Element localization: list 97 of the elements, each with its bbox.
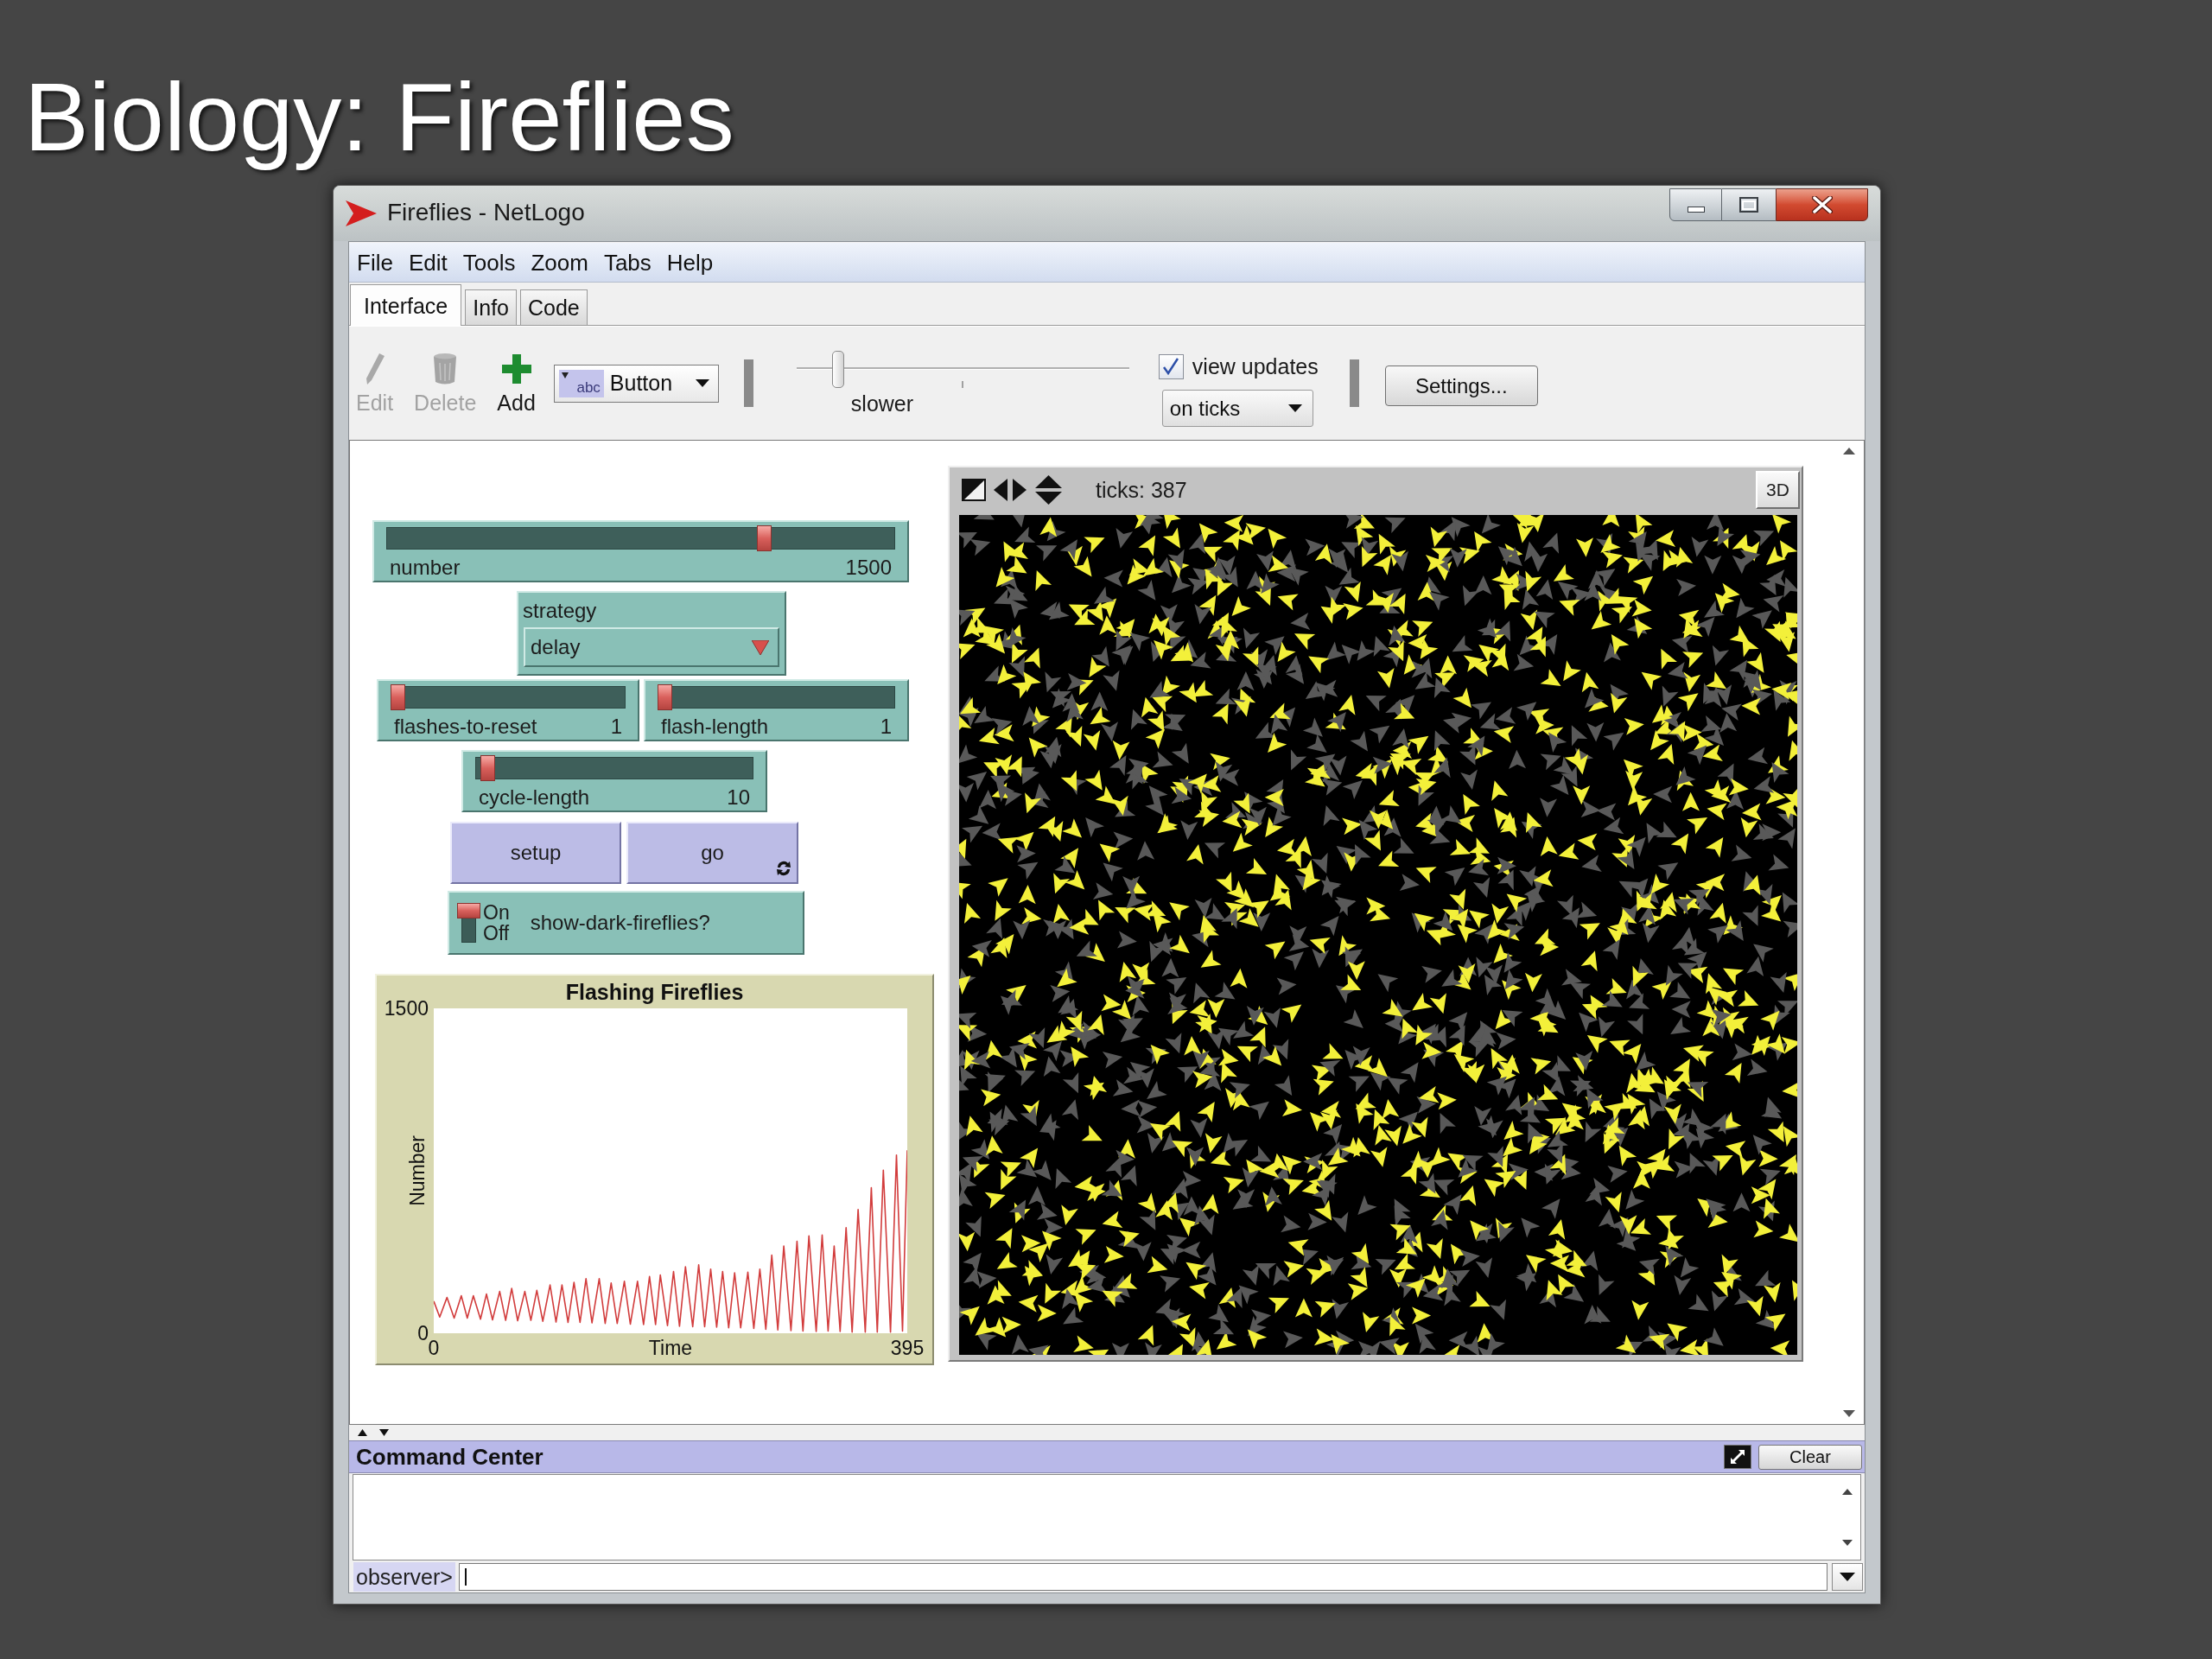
slider-label: number bbox=[390, 556, 461, 580]
slider-thumb[interactable] bbox=[391, 684, 405, 710]
circular-arrows-icon bbox=[775, 860, 792, 877]
slider-tick-mark bbox=[961, 381, 963, 388]
command-button[interactable]: go bbox=[626, 822, 798, 884]
slider-label: flash-length bbox=[661, 715, 769, 739]
ticks-counter: ticks: 387 bbox=[1096, 478, 1187, 502]
slider-track[interactable] bbox=[386, 525, 895, 551]
switch-widget[interactable]: On Off show-dark-fireflies? bbox=[448, 891, 804, 955]
expand-button[interactable] bbox=[1724, 1445, 1751, 1469]
switch-on-label: On bbox=[483, 902, 510, 923]
history-dropdown-button[interactable] bbox=[1832, 1563, 1863, 1591]
clear-button[interactable]: Clear bbox=[1758, 1444, 1862, 1470]
scroll-down-arrow-icon[interactable] bbox=[1842, 1540, 1853, 1546]
menu-item[interactable]: Tools bbox=[454, 248, 524, 276]
expand-icon bbox=[1729, 1448, 1746, 1465]
x-axis-tick-label: 395 bbox=[890, 1337, 925, 1359]
caret-icon bbox=[1840, 1573, 1855, 1581]
caret-icon bbox=[752, 639, 769, 655]
widget-type-dropdown[interactable]: abc Button bbox=[553, 364, 719, 403]
abc-icon: abc bbox=[558, 369, 604, 397]
text-cursor bbox=[464, 1568, 467, 1586]
slider-thumb[interactable] bbox=[480, 755, 496, 781]
diagonal-square-icon[interactable] bbox=[962, 479, 986, 501]
update-mode-dropdown[interactable]: on ticks bbox=[1161, 390, 1313, 427]
slider-value: 1 bbox=[880, 715, 892, 739]
toolbar-separator bbox=[743, 359, 753, 407]
menu-item[interactable]: Tabs bbox=[595, 248, 659, 276]
y-axis-title: Number bbox=[406, 1135, 429, 1206]
up-down-arrows-icon[interactable] bbox=[1035, 475, 1062, 505]
slider-widget[interactable]: flashes-to-reset 1 bbox=[377, 679, 639, 741]
slider-value: 1 bbox=[610, 715, 622, 739]
switch-off-label: Off bbox=[483, 923, 510, 944]
x-axis-tick-label: 0 bbox=[428, 1337, 440, 1359]
minimize-icon bbox=[1687, 207, 1705, 213]
x-axis-title: Time bbox=[648, 1337, 693, 1359]
scroll-down-arrow-icon[interactable] bbox=[1843, 1410, 1855, 1417]
chooser-widget[interactable]: strategy delay bbox=[517, 591, 786, 676]
split-down-arrow-icon[interactable] bbox=[379, 1429, 389, 1436]
chooser-dropdown[interactable]: delay bbox=[524, 627, 779, 667]
maximize-icon bbox=[1739, 197, 1758, 213]
command-center-title: Command Center bbox=[356, 1444, 543, 1470]
close-icon bbox=[1811, 196, 1833, 213]
tab[interactable]: Info bbox=[465, 289, 517, 325]
toolbar-separator bbox=[1349, 359, 1359, 407]
y-axis-tick-label: 0 bbox=[417, 1322, 429, 1344]
minimize-button[interactable] bbox=[1669, 188, 1722, 221]
slider-track[interactable] bbox=[658, 684, 895, 710]
window-title: Fireflies - NetLogo bbox=[387, 198, 585, 227]
command-input-field[interactable] bbox=[458, 1563, 1827, 1591]
checkbox[interactable] bbox=[1158, 353, 1184, 379]
slide-title: Biology: Fireflies bbox=[24, 62, 735, 173]
command-button[interactable]: setup bbox=[450, 822, 621, 884]
switch-toggle[interactable] bbox=[457, 903, 480, 943]
speed-slider-thumb[interactable] bbox=[831, 351, 844, 388]
menu-item[interactable]: Edit bbox=[400, 248, 455, 276]
slider-track[interactable] bbox=[475, 755, 753, 781]
scroll-up-arrow-icon[interactable] bbox=[1842, 1489, 1853, 1495]
prompt-label[interactable]: observer> bbox=[353, 1562, 455, 1592]
speed-label: slower bbox=[850, 391, 914, 416]
close-button[interactable] bbox=[1776, 188, 1868, 221]
trash-can-icon bbox=[433, 352, 458, 385]
checkbox-label: view updates bbox=[1192, 353, 1319, 379]
switch-knob[interactable] bbox=[457, 903, 480, 918]
toolbar-button[interactable]: Add bbox=[493, 352, 539, 415]
y-axis-tick-label: 1500 bbox=[384, 997, 429, 1020]
slider-track[interactable] bbox=[391, 684, 626, 710]
slider-thumb[interactable] bbox=[757, 525, 772, 551]
3d-view-button[interactable]: 3D bbox=[1756, 471, 1800, 509]
speed-slider-track[interactable] bbox=[796, 351, 1129, 388]
settings-button[interactable]: Settings... bbox=[1384, 365, 1538, 406]
caret-icon bbox=[695, 379, 709, 387]
menu-item[interactable]: Zoom bbox=[523, 248, 596, 276]
arrow-logo-icon bbox=[346, 200, 377, 226]
caret-icon bbox=[1287, 404, 1302, 412]
slider-value: 1500 bbox=[845, 556, 892, 580]
maximize-button[interactable] bbox=[1722, 188, 1776, 221]
slider-widget[interactable]: number 1500 bbox=[372, 520, 909, 582]
slider-value: 10 bbox=[727, 785, 750, 810]
plot-title: Flashing Fireflies bbox=[565, 979, 744, 1005]
left-right-arrows-icon[interactable] bbox=[994, 479, 1027, 501]
plus-icon bbox=[501, 353, 531, 384]
tab[interactable]: Code bbox=[520, 289, 588, 325]
slider-thumb[interactable] bbox=[658, 684, 672, 710]
chooser-label: strategy bbox=[523, 600, 597, 622]
slider-label: flashes-to-reset bbox=[394, 715, 537, 739]
check-icon bbox=[1163, 358, 1179, 375]
pencil-icon bbox=[364, 352, 385, 385]
split-up-arrow-icon[interactable] bbox=[358, 1429, 367, 1436]
tab[interactable]: Interface bbox=[350, 284, 462, 326]
slider-label: cycle-length bbox=[479, 785, 590, 810]
menu-item[interactable]: File bbox=[349, 248, 401, 276]
slider-widget[interactable]: cycle-length 10 bbox=[461, 750, 767, 812]
scroll-up-arrow-icon[interactable] bbox=[1843, 448, 1855, 454]
switch-label: show-dark-fireflies? bbox=[530, 911, 710, 935]
slider-widget[interactable]: flash-length 1 bbox=[644, 679, 909, 741]
menu-item[interactable]: Help bbox=[658, 248, 721, 276]
